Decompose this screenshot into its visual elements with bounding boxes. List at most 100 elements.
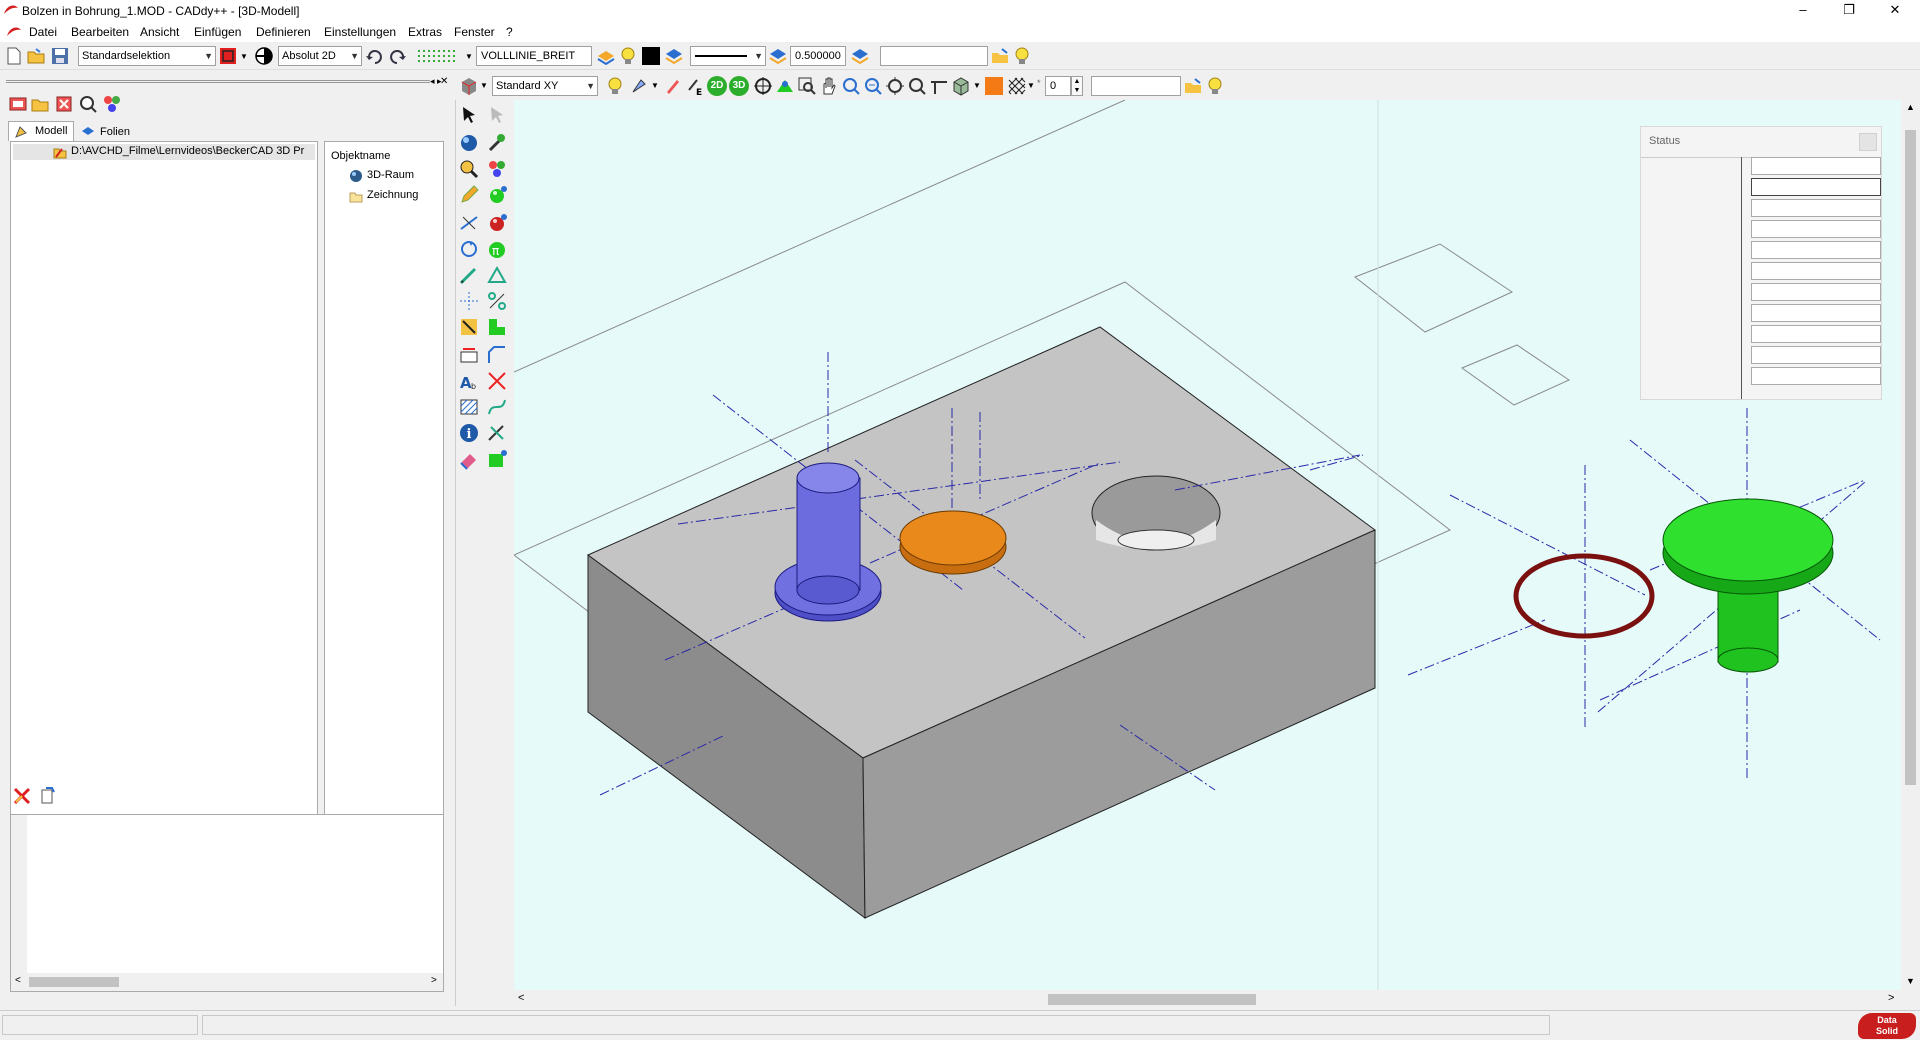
shading-dropdown-icon[interactable]: ▼ bbox=[973, 81, 981, 90]
select-arrow-disabled-icon[interactable] bbox=[486, 104, 508, 126]
spline-icon[interactable] bbox=[486, 396, 508, 418]
eraser-icon[interactable] bbox=[458, 448, 480, 470]
minimize-button[interactable]: – bbox=[1780, 0, 1826, 22]
construction-point-icon[interactable] bbox=[458, 290, 480, 312]
color-swatch[interactable] bbox=[642, 47, 660, 65]
panel-close-icon[interactable]: ✕ bbox=[440, 76, 448, 87]
scroll-left-icon[interactable]: < bbox=[15, 975, 21, 986]
delete-tool-icon[interactable] bbox=[12, 786, 32, 806]
zoom-out-icon[interactable] bbox=[863, 76, 883, 96]
status-field-9[interactable] bbox=[1751, 325, 1881, 343]
status-panel-close-button[interactable] bbox=[1859, 133, 1877, 151]
view-bulb-icon[interactable] bbox=[605, 76, 625, 96]
line-width-field[interactable]: 0.500000 bbox=[790, 46, 846, 66]
model-tree[interactable]: D:\AVCHD_Filme\Lernvideos\BeckerCAD 3D P… bbox=[10, 141, 318, 851]
menu-einfuegen[interactable]: Einfügen bbox=[194, 25, 241, 39]
orbit-icon[interactable] bbox=[753, 76, 773, 96]
model-search-icon[interactable] bbox=[78, 94, 98, 114]
snap-icon[interactable] bbox=[458, 316, 480, 338]
model-folder-icon[interactable] bbox=[30, 94, 50, 114]
viewport-hscroll[interactable]: < > bbox=[514, 990, 1901, 1008]
status-field-6[interactable] bbox=[1751, 262, 1881, 280]
tab-folien[interactable]: Folien bbox=[76, 123, 136, 141]
color-orange-swatch[interactable] bbox=[985, 77, 1003, 95]
object-zeichnung[interactable]: Zeichnung bbox=[349, 188, 439, 204]
tab-modell[interactable]: Modell bbox=[8, 121, 74, 141]
selection-filter-icon[interactable] bbox=[218, 46, 238, 66]
green-sphere-icon[interactable] bbox=[486, 184, 508, 206]
shading-cube-icon[interactable] bbox=[951, 76, 971, 96]
grid-icon[interactable] bbox=[416, 46, 460, 66]
status-field-11[interactable] bbox=[1751, 367, 1881, 385]
edit-e-icon[interactable]: E bbox=[685, 76, 705, 96]
status-field-1[interactable] bbox=[1751, 157, 1881, 175]
object-3d-raum[interactable]: 3D-Raum bbox=[349, 168, 439, 184]
render-icon[interactable] bbox=[775, 76, 795, 96]
hatch-icon[interactable] bbox=[458, 396, 480, 418]
light-bulb-icon[interactable] bbox=[618, 46, 638, 66]
chamfer-icon[interactable] bbox=[486, 344, 508, 366]
selection-filter-dropdown-icon[interactable]: ▼ bbox=[240, 52, 248, 61]
properties-hscroll[interactable]: < > bbox=[11, 973, 443, 991]
trim-icon[interactable] bbox=[486, 370, 508, 392]
layer-folder-icon[interactable] bbox=[990, 46, 1010, 66]
coordinate-mode-select[interactable]: Absolut 2D ▼ bbox=[278, 46, 362, 66]
modify-icon[interactable] bbox=[486, 422, 508, 444]
model-properties-icon[interactable] bbox=[102, 94, 122, 114]
multi-object-icon[interactable] bbox=[486, 158, 508, 180]
green-box-icon[interactable] bbox=[486, 448, 508, 470]
hatch-pattern-icon[interactable] bbox=[1007, 76, 1027, 96]
menu-ansicht[interactable]: Ansicht bbox=[140, 25, 179, 39]
layer-bulb-icon-2[interactable] bbox=[1012, 46, 1032, 66]
paste-tool-icon[interactable] bbox=[38, 786, 58, 806]
scroll-right-icon[interactable]: > bbox=[431, 975, 437, 986]
redo-icon[interactable] bbox=[388, 46, 408, 66]
viewport-vscroll[interactable]: ▲ ▼ bbox=[1901, 100, 1920, 990]
tools-icon[interactable] bbox=[486, 132, 508, 154]
rotate-icon[interactable] bbox=[458, 238, 480, 260]
restore-button[interactable]: ❐ bbox=[1826, 0, 1872, 22]
status-field-10[interactable] bbox=[1751, 346, 1881, 364]
view-2d-button[interactable]: 2D bbox=[707, 76, 727, 96]
section-plane-icon[interactable] bbox=[929, 76, 949, 96]
zoom-window-icon[interactable] bbox=[797, 76, 817, 96]
view-bulb-icon-2[interactable] bbox=[1205, 76, 1225, 96]
pan-hand-icon[interactable] bbox=[819, 76, 839, 96]
layer-number-field[interactable]: 0 bbox=[1045, 76, 1071, 96]
save-icon[interactable] bbox=[50, 46, 70, 66]
zoom-in-icon[interactable] bbox=[841, 76, 861, 96]
pencil-icon[interactable] bbox=[458, 184, 480, 206]
grid-dropdown-icon[interactable]: ▼ bbox=[465, 52, 473, 61]
percent-icon[interactable] bbox=[486, 290, 508, 312]
layer-stack-icon[interactable] bbox=[850, 46, 870, 66]
info-icon[interactable]: i bbox=[458, 422, 480, 444]
zoom-previous-icon[interactable] bbox=[907, 76, 927, 96]
selection-mode-select[interactable]: Standardselektion ▼ bbox=[78, 46, 216, 66]
status-field-4[interactable] bbox=[1751, 220, 1881, 238]
new-file-icon[interactable] bbox=[4, 46, 24, 66]
layer-bulb-icon[interactable] bbox=[596, 46, 616, 66]
status-field-3[interactable] bbox=[1751, 199, 1881, 217]
pi-icon[interactable]: π bbox=[486, 238, 508, 260]
layer-spinner[interactable]: ▲ ▼ bbox=[1071, 76, 1083, 96]
layer-icon[interactable] bbox=[664, 46, 684, 66]
scroll-up-icon[interactable]: ▲ bbox=[1906, 102, 1915, 112]
sphere-icon[interactable] bbox=[458, 132, 480, 154]
dimension-icon[interactable] bbox=[458, 344, 480, 366]
menu-einstellungen[interactable]: Einstellungen bbox=[324, 25, 396, 39]
toolbar-text-field[interactable] bbox=[880, 46, 988, 66]
scroll-right-icon[interactable]: > bbox=[1888, 992, 1894, 1004]
close-button[interactable]: ✕ bbox=[1872, 0, 1918, 22]
menu-definieren[interactable]: Definieren bbox=[256, 25, 311, 39]
text-icon[interactable]: Ab bbox=[458, 370, 480, 392]
hatch-dropdown-icon[interactable]: ▼ bbox=[1027, 81, 1035, 90]
status-field-7[interactable] bbox=[1751, 283, 1881, 301]
view-cube-dropdown-icon[interactable]: ▼ bbox=[480, 81, 488, 90]
model-tree-row[interactable]: D:\AVCHD_Filme\Lernvideos\BeckerCAD 3D P… bbox=[13, 144, 315, 160]
vscroll-thumb[interactable] bbox=[1905, 130, 1916, 785]
view-cube-icon[interactable] bbox=[459, 76, 479, 96]
hscroll-thumb[interactable] bbox=[1048, 994, 1256, 1005]
zoom-object-icon[interactable] bbox=[458, 158, 480, 180]
scroll-down-icon[interactable]: ▼ bbox=[1906, 976, 1915, 986]
status-field-8[interactable] bbox=[1751, 304, 1881, 322]
